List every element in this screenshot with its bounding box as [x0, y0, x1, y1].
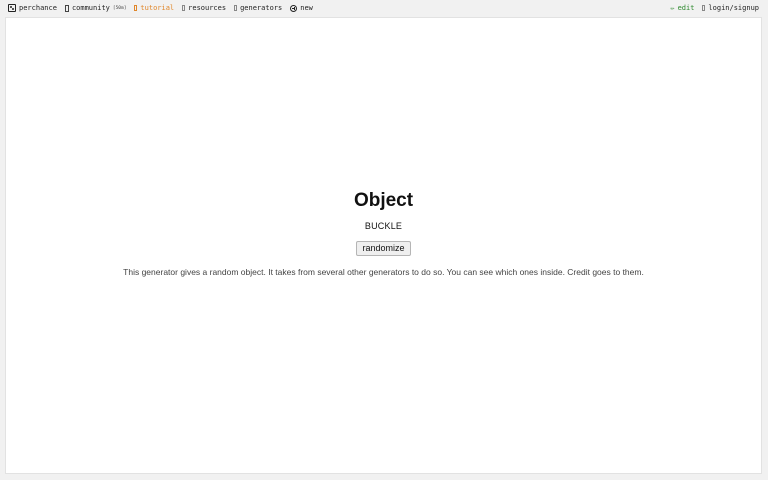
nav-left-group: perchance community [50m] tutorial resou…	[0, 0, 321, 16]
generator-content: Object BUCKLE randomize This generator g…	[6, 190, 761, 278]
nav-resources[interactable]: resources	[182, 4, 226, 12]
nav-edit-label: edit	[677, 4, 695, 12]
nav-login-signup[interactable]: login/signup	[702, 4, 759, 12]
box-icon	[182, 5, 186, 11]
page-title: Object	[353, 190, 414, 211]
nav-tutorial-label: tutorial	[140, 4, 175, 12]
die-icon	[8, 4, 16, 12]
nav-generators-label: generators	[240, 4, 283, 12]
nav-community[interactable]: community [50m]	[64, 4, 127, 12]
nav-resources-label: resources	[188, 4, 227, 12]
generated-result: BUCKLE	[364, 221, 403, 231]
nav-login-label: login/signup	[708, 4, 759, 12]
box-icon	[234, 5, 238, 11]
box-icon	[702, 5, 706, 11]
nav-right-group: ✏ edit login/signup	[662, 0, 768, 16]
nav-generators[interactable]: generators	[234, 4, 282, 12]
nav-perchance[interactable]: perchance	[8, 4, 57, 12]
generator-description: This generator gives a random object. It…	[123, 267, 644, 277]
pencil-icon: ✏	[670, 3, 675, 12]
box-icon	[134, 5, 138, 11]
randomize-button[interactable]: randomize	[356, 241, 411, 256]
nav-new[interactable]: new	[290, 4, 313, 12]
nav-edit[interactable]: ✏ edit	[670, 4, 694, 12]
plus-circle-icon	[290, 4, 298, 12]
nav-perchance-label: perchance	[19, 4, 57, 12]
nav-new-label: new	[300, 4, 313, 12]
generator-frame: Object BUCKLE randomize This generator g…	[5, 17, 762, 474]
community-count-badge: [50m]	[112, 5, 127, 11]
box-icon	[64, 4, 69, 12]
nav-community-label: community	[71, 4, 110, 12]
nav-tutorial[interactable]: tutorial	[134, 4, 174, 12]
top-nav-bar: perchance community [50m] tutorial resou…	[0, 0, 768, 16]
